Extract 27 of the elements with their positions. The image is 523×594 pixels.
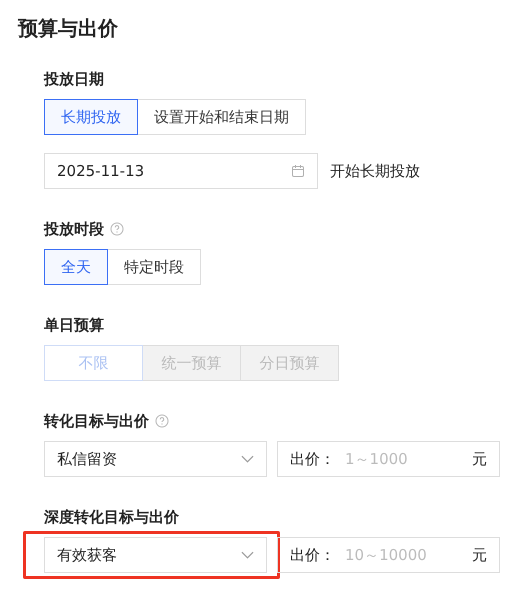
- section-label: 转化目标与出价: [44, 412, 149, 430]
- price-field[interactable]: 出价： 10～10000 元: [277, 537, 500, 573]
- price-input[interactable]: 1～1000: [343, 449, 468, 469]
- unit-label: 元: [472, 450, 487, 468]
- chevron-down-icon: [241, 455, 254, 463]
- chevron-down-icon: [241, 551, 254, 559]
- date-note: 开始长期投放: [330, 162, 420, 180]
- price-input[interactable]: 10～10000: [343, 545, 468, 565]
- page-title: 预算与出价: [18, 15, 119, 42]
- calendar-icon: [291, 164, 305, 178]
- unit-label: 元: [472, 546, 487, 564]
- section-label: 单日预算: [44, 316, 104, 334]
- segment-tab[interactable]: 长期投放: [44, 99, 138, 135]
- section-label: 投放时段: [44, 220, 104, 238]
- date-field[interactable]: 2025-11-13: [44, 153, 318, 189]
- help-icon[interactable]: [155, 414, 169, 428]
- price-label: 出价：: [290, 546, 335, 564]
- target-dropdown[interactable]: 有效获客: [44, 537, 267, 573]
- price-label: 出价：: [290, 450, 335, 468]
- section-label: 深度转化目标与出价: [44, 508, 179, 526]
- segment-tab[interactable]: 全天: [44, 249, 108, 285]
- target-dropdown[interactable]: 私信留资: [44, 441, 267, 477]
- segment-tab[interactable]: 特定时段: [107, 249, 201, 285]
- price-field[interactable]: 出价： 1～1000 元: [277, 441, 500, 477]
- segment-tab[interactable]: 设置开始和结束日期: [137, 99, 306, 135]
- section-label: 投放日期: [44, 70, 104, 88]
- help-icon[interactable]: [110, 222, 124, 236]
